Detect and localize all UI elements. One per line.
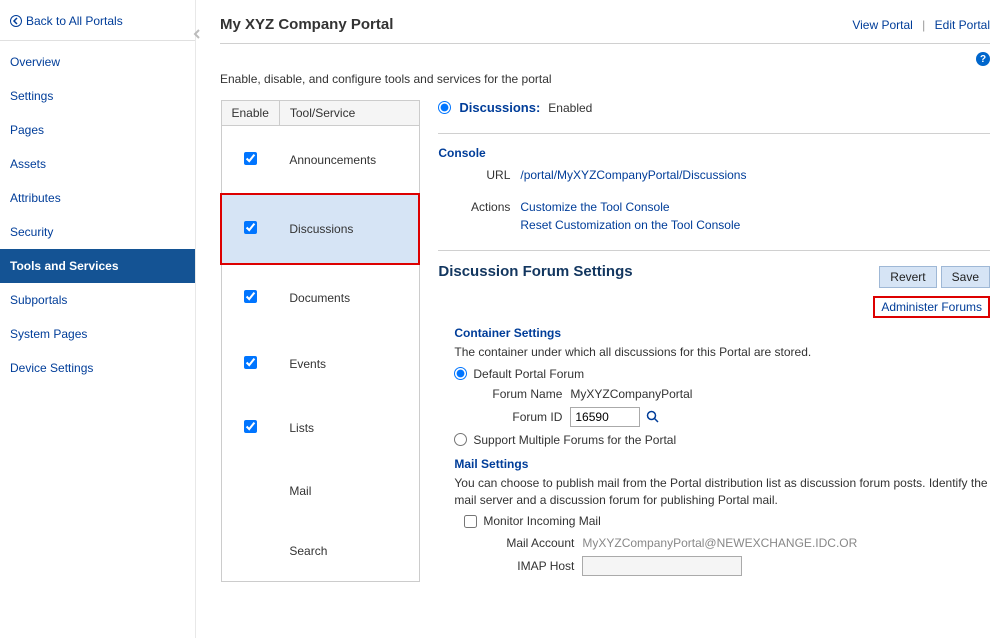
tool-label[interactable]: Documents [279,264,419,331]
status-row: Discussions: Enabled [438,100,990,115]
page-title: My XYZ Company Portal [220,16,393,33]
help-icon[interactable]: ? [976,52,990,66]
sidebar-item-system-pages[interactable]: System Pages [0,317,195,351]
table-row: Search [221,521,419,582]
mail-desc: You can choose to publish mail from the … [454,475,990,509]
sidebar-item-attributes[interactable]: Attributes [0,181,195,215]
table-row: Lists [221,396,419,461]
actions-label: Actions [454,200,520,232]
sidebar-item-security[interactable]: Security [0,215,195,249]
table-row: Discussions [221,194,419,264]
console-heading: Console [438,146,990,160]
monitor-mail-label: Monitor Incoming Mail [483,514,600,528]
tool-label[interactable]: Events [279,331,419,396]
revert-button[interactable]: Revert [879,266,936,288]
table-row: Events [221,331,419,396]
view-portal-link[interactable]: View Portal [852,18,912,32]
forum-id-row: Forum ID [470,407,990,427]
mail-account-value: MyXYZCompanyPortal@NEWEXCHANGE.IDC.OR [582,536,857,550]
monitor-mail-row: Monitor Incoming Mail [464,514,990,528]
settings-heading: Discussion Forum Settings [438,263,632,280]
reset-link[interactable]: Reset Customization on the Tool Console [520,218,740,232]
imap-host-row: IMAP Host [482,556,990,576]
enable-checkbox-documents[interactable] [244,290,257,303]
header-links: View Portal | Edit Portal [852,18,990,32]
back-link-label: Back to All Portals [26,14,123,28]
container-settings-heading: Container Settings [454,326,990,340]
settings-header: Discussion Forum Settings Revert Save [438,263,990,290]
panel-divider [438,133,990,134]
sidebar-collapse-handle[interactable] [191,26,203,45]
actions-row: Actions Customize the Tool Console Reset… [454,200,990,232]
url-link[interactable]: /portal/MyXYZCompanyPortal/Discussions [520,168,746,182]
enable-checkbox-events[interactable] [244,356,257,369]
table-row: Mail [221,461,419,521]
admin-link-row: Administer Forums [438,296,990,318]
status-radio[interactable] [438,101,451,114]
sidebar-item-subportals[interactable]: Subportals [0,283,195,317]
sidebar-item-assets[interactable]: Assets [0,147,195,181]
header-row: My XYZ Company Portal View Portal | Edit… [220,16,990,33]
sidebar-item-overview[interactable]: Overview [0,45,195,79]
tool-label[interactable]: Mail [279,461,419,521]
table-row: Announcements [221,126,419,195]
page-subtitle: Enable, disable, and configure tools and… [220,72,990,86]
tool-label[interactable]: Search [279,521,419,582]
imap-host-input[interactable] [582,556,742,576]
main-content: My XYZ Company Portal View Portal | Edit… [196,0,1008,638]
forum-id-label: Forum ID [470,410,570,424]
container-desc: The container under which all discussion… [454,344,990,361]
tool-label[interactable]: Discussions [279,194,419,264]
edit-portal-link[interactable]: Edit Portal [935,18,990,32]
default-forum-radio-row: Default Portal Forum [454,367,990,381]
sidebar: Back to All Portals Overview Settings Pa… [0,0,196,638]
imap-host-label: IMAP Host [482,559,582,573]
button-group: Revert Save [879,266,990,288]
default-forum-radio[interactable] [454,367,467,380]
back-to-portals-link[interactable]: Back to All Portals [0,8,195,34]
forum-name-row: Forum Name MyXYZCompanyPortal [470,387,990,401]
administer-forums-link[interactable]: Administer Forums [873,296,990,318]
mail-settings-heading: Mail Settings [454,457,990,471]
tool-label[interactable]: Announcements [279,126,419,195]
default-forum-label: Default Portal Forum [473,367,584,381]
url-label: URL [454,168,520,182]
sidebar-item-settings[interactable]: Settings [0,79,195,113]
monitor-mail-checkbox[interactable] [464,515,477,528]
forum-name-value: MyXYZCompanyPortal [570,387,692,401]
enable-checkbox-lists[interactable] [244,420,257,433]
detail-panel: Discussions: Enabled Console URL /portal… [438,100,990,582]
url-row: URL /portal/MyXYZCompanyPortal/Discussio… [454,168,990,182]
customize-link[interactable]: Customize the Tool Console [520,200,669,214]
arrow-left-icon [10,15,22,27]
multiple-forums-radio-row: Support Multiple Forums for the Portal [454,433,990,447]
multiple-forums-radio[interactable] [454,433,467,446]
enable-checkbox-discussions[interactable] [244,221,257,234]
help-row: ? [220,52,990,66]
multiple-forums-label: Support Multiple Forums for the Portal [473,433,676,447]
mail-account-row: Mail Account MyXYZCompanyPortal@NEWEXCHA… [482,536,990,550]
mail-account-label: Mail Account [482,536,582,550]
col-enable: Enable [221,101,279,126]
separator: | [922,18,925,32]
forum-id-input[interactable] [570,407,640,427]
sidebar-item-tools-services[interactable]: Tools and Services [0,249,195,283]
col-tool: Tool/Service [279,101,419,126]
tool-label[interactable]: Lists [279,396,419,461]
sidebar-item-device-settings[interactable]: Device Settings [0,351,195,385]
search-icon[interactable] [646,410,660,424]
sidebar-divider [0,40,195,41]
header-divider [220,43,990,44]
content-row: Enable Tool/Service Announcements Discus… [220,100,990,582]
sidebar-item-pages[interactable]: Pages [0,113,195,147]
chevron-left-icon [191,26,203,42]
tools-table: Enable Tool/Service Announcements Discus… [220,100,420,582]
status-tool-label: Discussions: [459,100,540,115]
status-state: Enabled [548,101,592,115]
enable-checkbox-announcements[interactable] [244,152,257,165]
save-button[interactable]: Save [941,266,990,288]
forum-name-label: Forum Name [470,387,570,401]
table-row: Documents [221,264,419,331]
panel-divider-2 [438,250,990,251]
